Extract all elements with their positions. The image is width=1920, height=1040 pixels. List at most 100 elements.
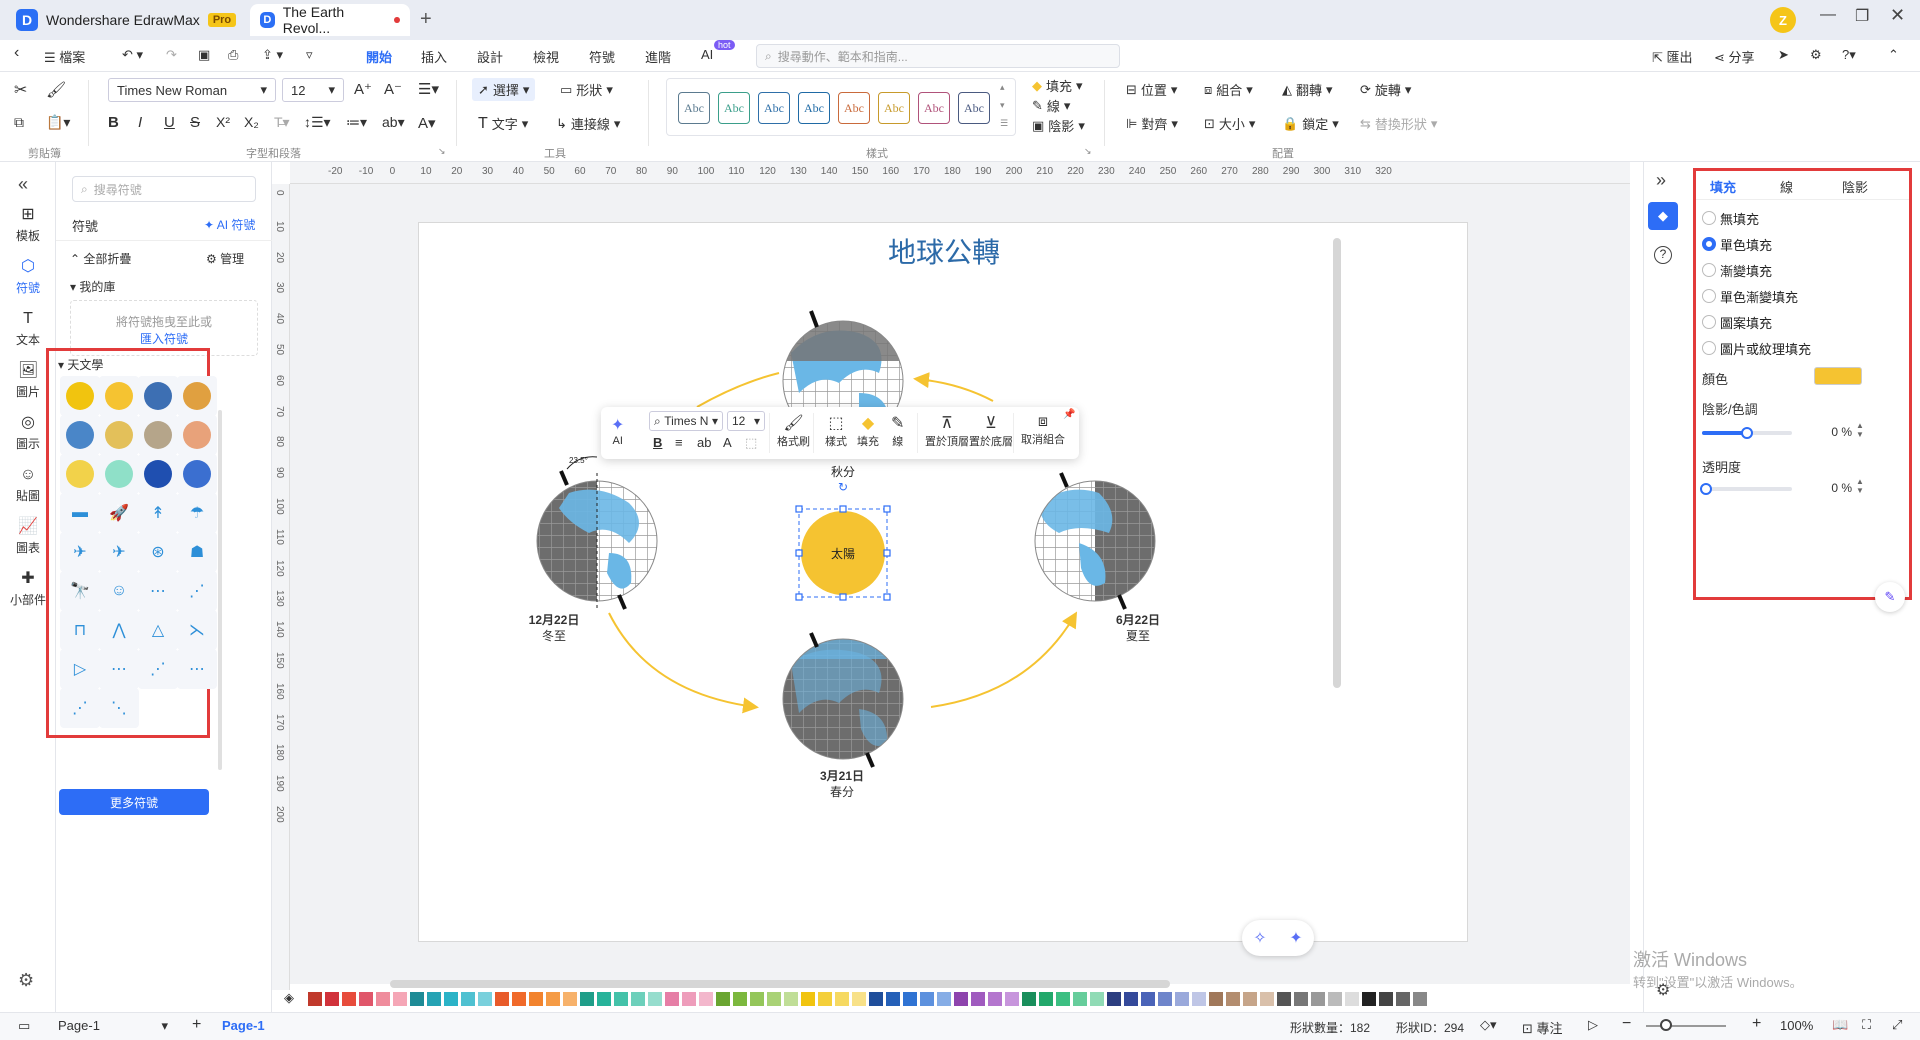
float-clear-icon[interactable]: ⬚ [745, 435, 757, 451]
palette-swatch[interactable] [920, 992, 934, 1006]
help-circle-icon[interactable]: ? [1654, 246, 1672, 264]
astronomy-symbol[interactable]: ⋯ [177, 649, 217, 689]
astronomy-symbol[interactable] [177, 415, 217, 455]
palette-swatch[interactable] [529, 992, 543, 1006]
shadow-button[interactable]: ▣ 陰影 ▾ [1032, 116, 1085, 135]
import-symbol-link[interactable]: 匯入符號 [71, 330, 257, 347]
strikethrough-icon[interactable]: S [190, 114, 200, 131]
palette-swatch[interactable] [597, 992, 611, 1006]
size-button[interactable]: ⊡ 大小 ▾ [1204, 114, 1255, 133]
text-case-icon[interactable]: T̶▾ [274, 114, 290, 131]
new-tab-button[interactable]: + [420, 8, 432, 31]
font-size-select[interactable]: 12 ▾ [282, 78, 344, 102]
font-dialog-launcher-icon[interactable]: ↘ [438, 146, 446, 157]
palette-swatch[interactable] [1328, 992, 1342, 1006]
palette-swatch[interactable] [512, 992, 526, 1006]
menu-design[interactable]: 設計 [477, 47, 503, 66]
palette-swatch[interactable] [682, 992, 696, 1006]
paragraph-align-icon[interactable]: ☰▾ [418, 80, 439, 98]
palette-swatch[interactable] [937, 992, 951, 1006]
my-library-header[interactable]: ▾ 我的庫 [70, 278, 115, 295]
palette-swatch[interactable] [478, 992, 492, 1006]
line-tab[interactable]: 線 [1780, 177, 1793, 196]
add-page-button[interactable]: + [192, 1016, 201, 1034]
palette-swatch[interactable] [1073, 992, 1087, 1006]
fill-tab[interactable]: 填充 [1710, 177, 1736, 196]
palette-swatch[interactable] [1311, 992, 1325, 1006]
palette-swatch[interactable] [1141, 992, 1155, 1006]
shadow-tab[interactable]: 陰影 [1842, 177, 1868, 196]
ai-sparkle-icon[interactable]: ✦ [1289, 928, 1302, 948]
palette-swatch[interactable] [1345, 992, 1359, 1006]
astronomy-symbol[interactable] [60, 415, 100, 455]
palette-swatch[interactable] [1158, 992, 1172, 1006]
palette-swatch[interactable] [1192, 992, 1206, 1006]
more-dropdown-icon[interactable]: ▿ [306, 47, 313, 63]
float-ungroup[interactable]: ⧈ 取消組合 [1021, 413, 1065, 447]
palette-swatch[interactable] [784, 992, 798, 1006]
close-button[interactable]: ✕ [1890, 5, 1905, 26]
flip-button[interactable]: ◭ 翻轉 ▾ [1282, 80, 1333, 99]
fit-page-icon[interactable]: ⛶ [1862, 1017, 1871, 1033]
user-avatar[interactable]: Z [1770, 7, 1796, 33]
palette-swatch[interactable] [580, 992, 594, 1006]
text-effect-icon[interactable]: ab▾ [382, 114, 405, 131]
minimize-button[interactable]: — [1820, 6, 1836, 24]
palette-swatch[interactable] [767, 992, 781, 1006]
palette-swatch[interactable] [869, 992, 883, 1006]
float-ai-button[interactable]: ✦ AI [611, 415, 624, 447]
float-send-back[interactable]: ⊻ 置於底層 [969, 413, 1013, 449]
ai-wand-icon[interactable]: ✧ [1253, 928, 1266, 948]
palette-swatch[interactable] [614, 992, 628, 1006]
astronomy-symbol[interactable]: ⋋ [177, 610, 217, 650]
align-button[interactable]: ⊫ 對齊 ▾ [1126, 114, 1178, 133]
style-preset[interactable]: Abc [918, 92, 950, 124]
astronomy-symbol[interactable]: ⋰ [60, 688, 100, 728]
astronomy-symbol[interactable]: ▷ [60, 649, 100, 689]
line-spacing-icon[interactable]: ↕☰▾ [304, 114, 331, 131]
fullscreen-icon[interactable]: ⤢ [1892, 1017, 1902, 1033]
color-swatch[interactable] [1814, 367, 1862, 385]
astronomy-symbol[interactable]: ☺ [99, 571, 139, 611]
palette-swatch[interactable] [1039, 992, 1053, 1006]
style-preset[interactable]: Abc [798, 92, 830, 124]
fill-option-radio[interactable] [1702, 263, 1716, 277]
fill-option-radio[interactable] [1702, 237, 1716, 251]
superscript-icon[interactable]: X² [216, 114, 230, 130]
palette-swatch[interactable] [1260, 992, 1274, 1006]
palette-swatch[interactable] [325, 992, 339, 1006]
astronomy-symbol[interactable]: ↟ [138, 493, 178, 533]
astronomy-symbol[interactable]: ⋱ [99, 688, 139, 728]
float-size-select[interactable]: 12 ▾ [727, 411, 765, 431]
astronomy-symbol[interactable] [177, 454, 217, 494]
fill-option-label[interactable]: 漸變填充 [1720, 261, 1772, 280]
style-preset[interactable]: Abc [838, 92, 870, 124]
palette-swatch[interactable] [648, 992, 662, 1006]
share-button[interactable]: ⋖ 分享 [1714, 47, 1755, 66]
palette-swatch[interactable] [410, 992, 424, 1006]
fill-option-label[interactable]: 無填充 [1720, 209, 1759, 228]
lock-button[interactable]: 🔒 鎖定 ▾ [1282, 114, 1339, 133]
book-view-icon[interactable]: 📖 [1832, 1017, 1848, 1033]
astronomy-symbol[interactable]: 🔭 [60, 571, 100, 611]
fill-bucket-icon[interactable]: ◈ [284, 990, 294, 1006]
gallery-up-icon[interactable]: ▴ [1000, 82, 1005, 93]
fill-option-label[interactable]: 單色漸變填充 [1720, 287, 1798, 306]
zoom-in-button[interactable]: + [1752, 1015, 1761, 1033]
zoom-level[interactable]: 100% [1780, 1018, 1813, 1033]
bullet-list-icon[interactable]: ≔▾ [346, 114, 367, 131]
play-icon[interactable]: ▷ [1588, 1017, 1598, 1033]
restore-button[interactable]: ❐ [1855, 6, 1869, 26]
float-strike-icon[interactable]: ≡ [675, 435, 683, 450]
palette-swatch[interactable] [495, 992, 509, 1006]
search-bar[interactable]: ⌕ 搜尋動作、範本和指南... [756, 44, 1120, 68]
menu-advanced[interactable]: 進階 [645, 47, 671, 66]
collapse-ribbon-icon[interactable]: ⌃ [1888, 47, 1899, 63]
palette-swatch[interactable] [818, 992, 832, 1006]
transparency-value[interactable]: 0 % [1816, 481, 1852, 495]
palette-swatch[interactable] [1090, 992, 1104, 1006]
file-menu[interactable]: ☰ 檔案 [44, 47, 85, 66]
astronomy-symbol[interactable]: ✈ [60, 532, 100, 572]
settings-gear-icon[interactable]: ⚙ [18, 970, 34, 991]
palette-swatch[interactable] [835, 992, 849, 1006]
